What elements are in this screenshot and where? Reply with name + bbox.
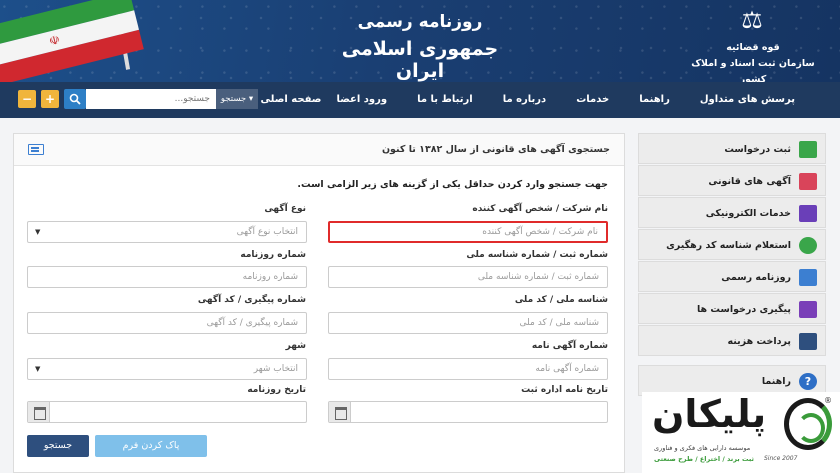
search-button[interactable] <box>64 89 86 109</box>
org-line1: قوه قضائیه <box>726 42 780 53</box>
header-search: − + جستجو ▾ <box>18 89 258 109</box>
site-title: روزنامه رسمی جمهوری اسلامی ایران <box>330 12 510 82</box>
inquiry-icon <box>799 237 817 254</box>
ad-type-label: نوع آگهی <box>264 204 306 214</box>
calendar-icon[interactable] <box>28 402 50 422</box>
newspaper-label: شماره روزنامه <box>240 250 306 260</box>
monitor-icon <box>799 205 817 222</box>
sidebar-item-payment[interactable]: پرداخت هزینه <box>638 325 826 356</box>
nav-item-about[interactable]: درباره ما <box>488 82 562 118</box>
newspaper-icon <box>799 269 817 286</box>
letter-date-input[interactable] <box>328 401 608 423</box>
panel-header: جستجوی آگهی های قانونی از سال ۱۳۸۲ تا کن… <box>14 134 624 166</box>
sidebar-item-inquiry[interactable]: استعلام شناسه کد رهگیری <box>638 229 826 260</box>
pelican-logo: پلیکان ® موسسه دارایی های فکری و فناوری … <box>642 392 840 473</box>
chevron-down-icon: ▼ <box>35 228 41 236</box>
ad-type-select[interactable]: انتخاب نوع آگهی ▼ <box>27 221 307 243</box>
tracking-label: شماره پیگیری / کد آگهی <box>197 295 306 305</box>
national-id-input[interactable]: شناسه ملی / کد ملی <box>328 312 608 334</box>
city-value: انتخاب شهر <box>253 364 298 374</box>
search-submit-button[interactable]: جستجو <box>27 435 89 457</box>
sidebar-item-label: خدمات الکترونیکی <box>705 208 791 219</box>
logo-word: پلیکان <box>652 392 767 436</box>
nav-item-login[interactable]: ورود اعضا <box>321 82 402 118</box>
reg-label: شماره ثبت / شماره شناسه ملی <box>466 250 608 260</box>
sidebar-item-label: استعلام شناسه کد رهگیری <box>666 240 791 251</box>
nav-item-help[interactable]: راهنما <box>624 82 685 118</box>
chevron-down-icon: ▼ <box>35 365 41 373</box>
newspaper-date-label: تاریخ روزنامه <box>247 385 306 395</box>
help-icon: ? <box>799 373 817 390</box>
city-label: شهر <box>285 341 306 351</box>
required-hint: جهت جستجو وارد کردن حداقل یکی از گزینه ه… <box>297 179 608 190</box>
company-input[interactable]: نام شرکت / شخص آگهی کننده <box>328 221 608 243</box>
sidebar-item-label: پیگیری درخواست ها <box>696 304 791 315</box>
nav-item-faq[interactable]: پرسش های متداول <box>685 82 810 118</box>
sidebar-item-label: پرداخت هزینه <box>727 336 791 347</box>
reg-input[interactable]: شماره ثبت / شماره شناسه ملی <box>328 266 608 288</box>
flag-emblem-icon: ☫ <box>47 32 62 49</box>
letter-date-label: تاریخ نامه اداره ثبت <box>521 385 608 395</box>
site-header: ☫ روزنامه رسمی جمهوری اسلامی ایران ⚖ قوه… <box>0 0 840 82</box>
sidebar-item-official-newspaper[interactable]: روزنامه رسمی <box>638 261 826 292</box>
tracking-icon <box>799 301 817 318</box>
font-increase-button[interactable]: + <box>41 90 59 108</box>
search-input[interactable] <box>86 89 216 109</box>
newspaper-date-input[interactable] <box>27 401 307 423</box>
search-panel: جستجوی آگهی های قانونی از سال ۱۳۸۲ تا کن… <box>13 133 625 473</box>
sidebar-item-e-services[interactable]: خدمات الکترونیکی <box>638 197 826 228</box>
nav-item-contact[interactable]: ارتباط با ما <box>402 82 488 118</box>
newspaper-input[interactable]: شماره روزنامه <box>27 266 307 288</box>
sidebar-item-label: ثبت درخواست <box>724 144 791 155</box>
search-scope-dropdown[interactable]: جستجو ▾ <box>216 89 258 109</box>
sidebar-item-label: آگهی های قانونی <box>708 176 791 187</box>
sidebar-item-legal-ads[interactable]: آگهی های قانونی <box>638 165 826 196</box>
national-id-label: شناسه ملی / کد ملی <box>514 295 608 305</box>
logo-line1: موسسه دارایی های فکری و فناوری <box>654 444 751 452</box>
sidebar-item-tracking[interactable]: پیگیری درخواست ها <box>638 293 826 324</box>
company-label: نام شرکت / شخص آگهی کننده <box>472 204 608 214</box>
panel-title: جستجوی آگهی های قانونی از سال ۱۳۸۲ تا کن… <box>381 144 610 155</box>
ad-number-input[interactable]: شماره آگهی نامه <box>328 358 608 380</box>
search-icon <box>69 93 81 105</box>
nav-item-services[interactable]: خدمات <box>561 82 624 118</box>
registered-mark: ® <box>824 396 832 405</box>
org-line2: سازمان ثبت اسناد و املاک کشور <box>691 58 815 82</box>
city-select[interactable]: انتخاب شهر ▼ <box>27 358 307 380</box>
nav-menu: صفحه اصلی ورود اعضا ارتباط با ما درباره … <box>246 82 810 118</box>
tracking-input[interactable]: شماره پیگیری / کد آگهی <box>27 312 307 334</box>
logo-line2: ثبت برند / اختراع / طرح صنعتی <box>654 455 754 463</box>
ad-type-value: انتخاب نوع آگهی <box>236 227 298 237</box>
card-icon <box>28 144 44 155</box>
font-decrease-button[interactable]: − <box>18 90 36 108</box>
payment-icon <box>799 333 817 350</box>
sidebar-item-register[interactable]: ثبت درخواست <box>638 133 826 164</box>
sidebar-item-label: روزنامه رسمی <box>721 272 791 283</box>
org-name: قوه قضائیه سازمان ثبت اسناد و املاک کشور <box>688 40 818 82</box>
site-title-line1: روزنامه رسمی <box>357 12 483 32</box>
site-title-line2: جمهوری اسلامی ایران <box>341 38 499 82</box>
scales-of-justice-icon: ⚖ <box>741 6 763 34</box>
clear-form-button[interactable]: پاک کردن فرم <box>95 435 207 457</box>
legal-ads-icon <box>799 173 817 190</box>
logo-since: Since 2007 <box>764 455 798 462</box>
register-icon <box>799 141 817 158</box>
logo-mark-icon <box>784 398 832 450</box>
calendar-icon[interactable] <box>329 402 351 422</box>
ad-number-label: شماره آگهی نامه <box>531 341 608 351</box>
